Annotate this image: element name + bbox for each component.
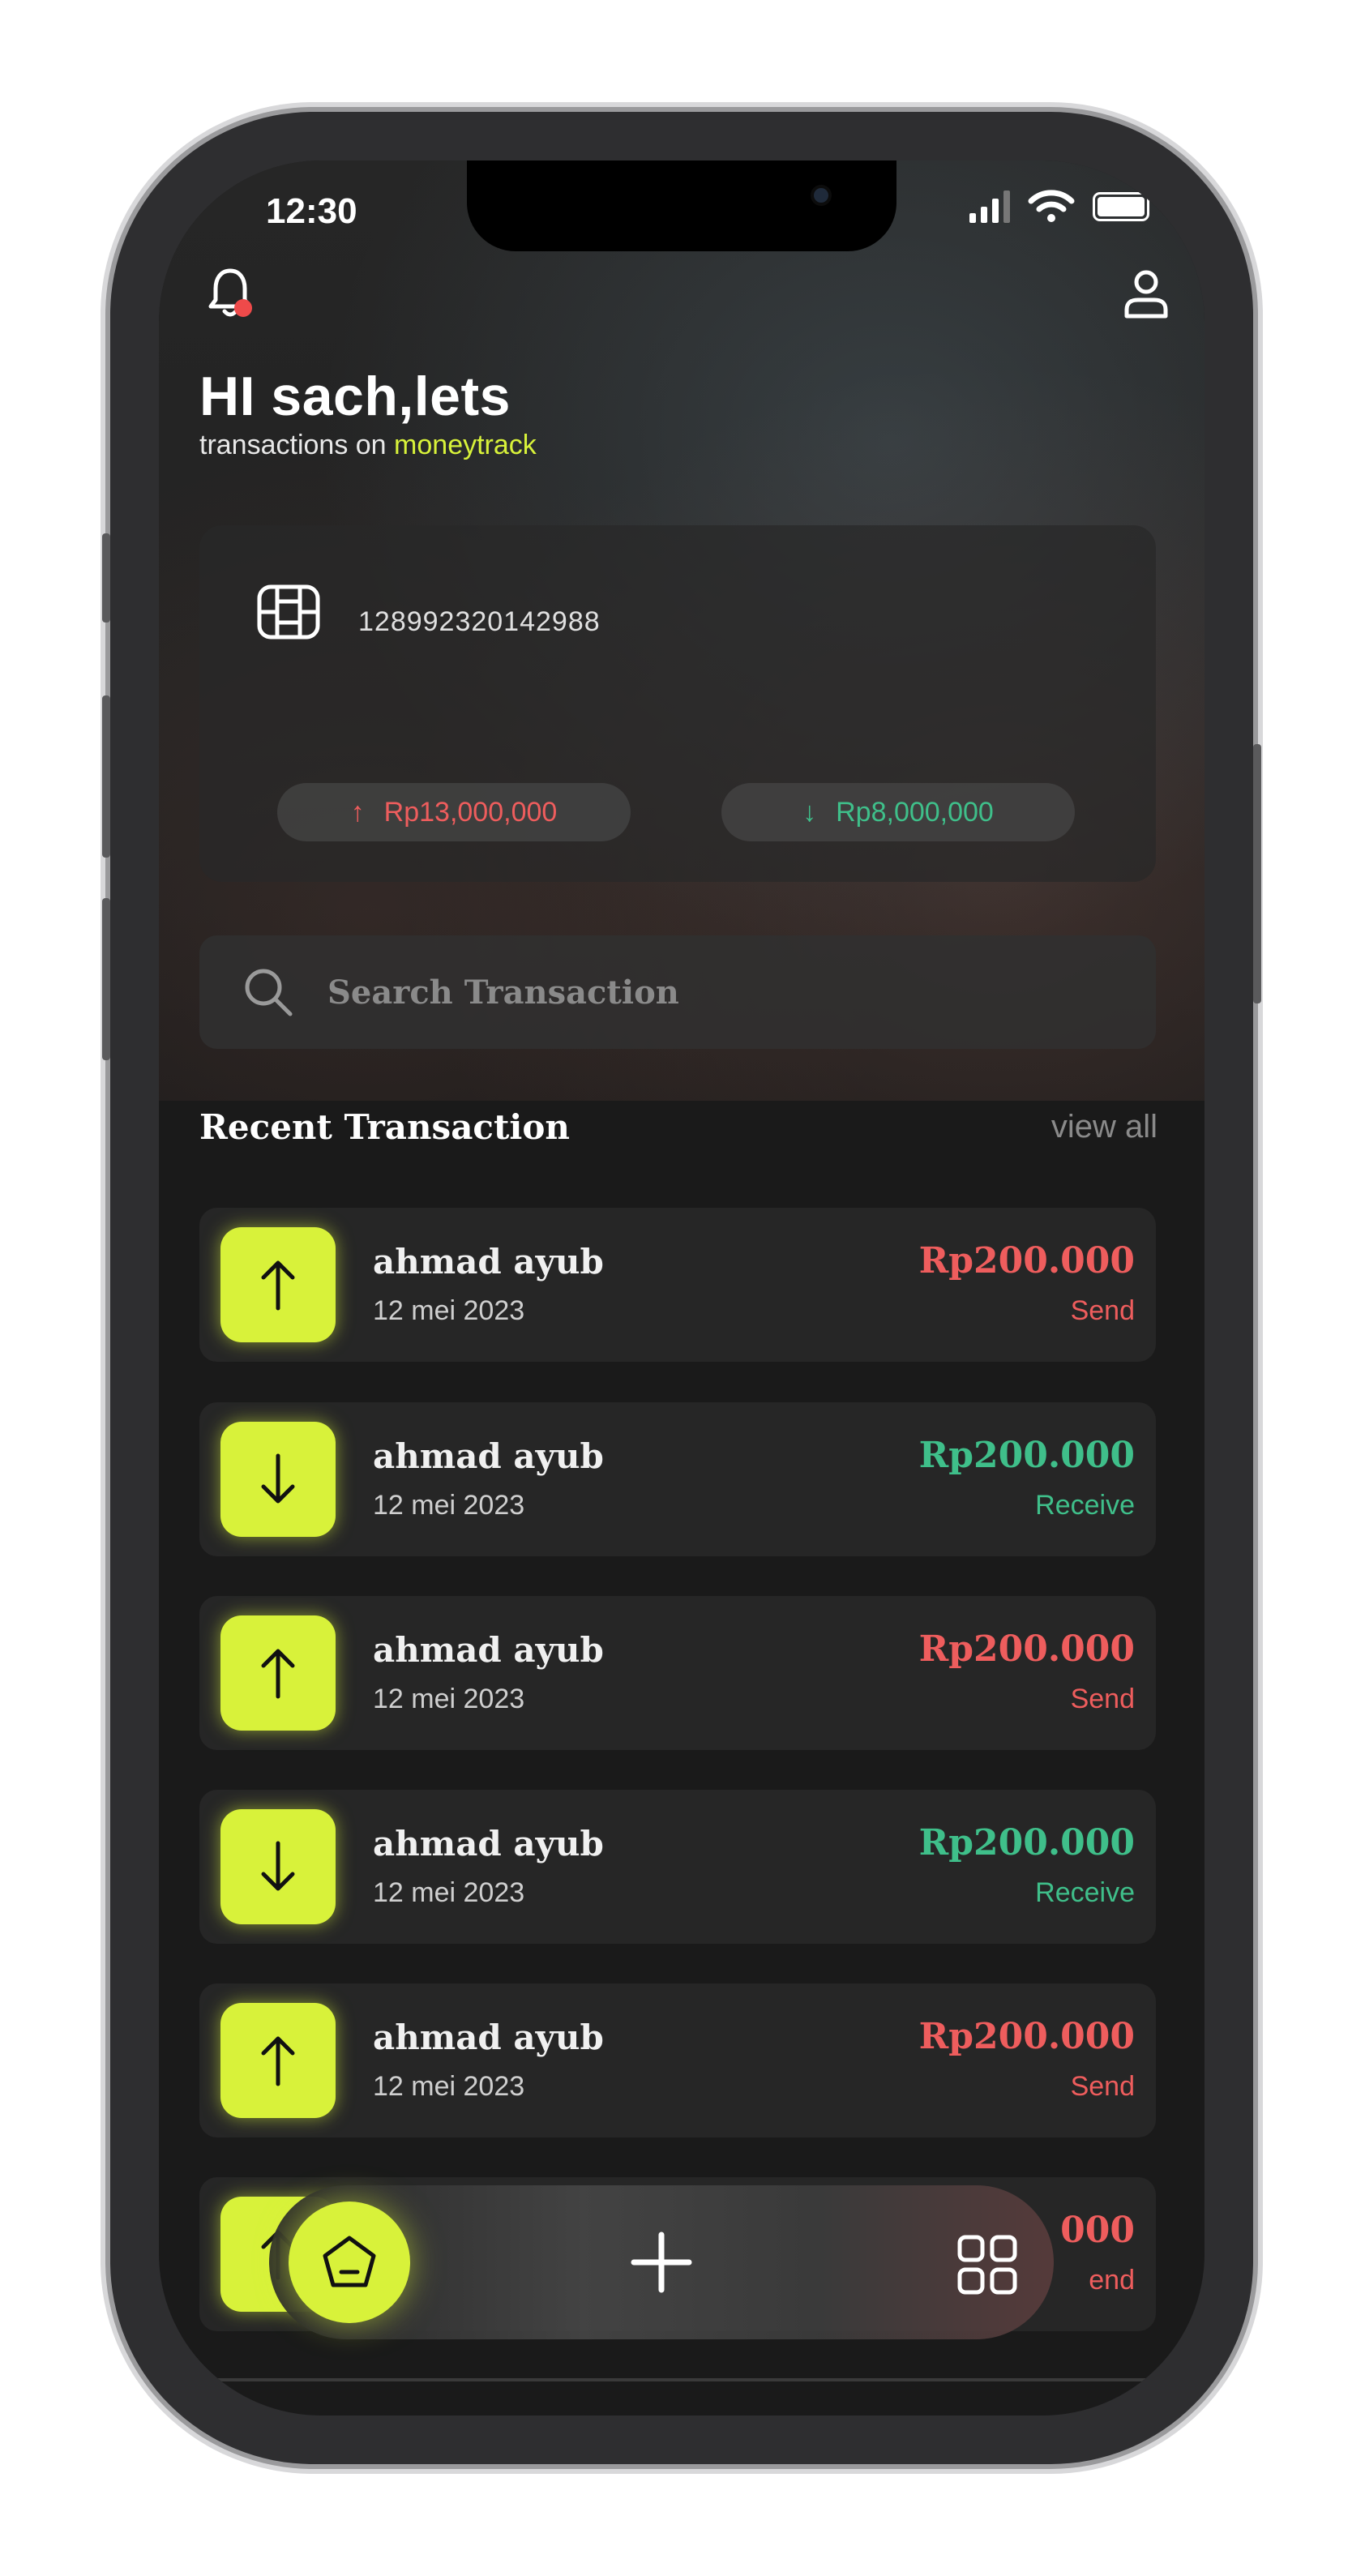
status-time: 12:30 bbox=[266, 191, 357, 231]
notification-button[interactable] bbox=[204, 266, 256, 327]
signal-icon bbox=[969, 190, 1010, 223]
volume-up-button bbox=[102, 695, 110, 858]
mute-switch bbox=[102, 533, 110, 623]
search-input[interactable]: Search Transaction bbox=[199, 935, 1156, 1049]
home-indicator bbox=[199, 2378, 1156, 2381]
search-icon bbox=[245, 969, 293, 1016]
transaction-amount: 000 bbox=[1060, 2210, 1135, 2251]
transaction-date: 12 mei 2023 bbox=[373, 1295, 525, 1326]
transaction-type: end bbox=[1089, 2265, 1135, 2296]
view-all-link[interactable]: view all bbox=[1051, 1109, 1157, 1145]
transaction-name: ahmad ayub bbox=[373, 1436, 604, 1476]
transaction-direction-badge bbox=[220, 1809, 336, 1924]
transaction-row[interactable]: ahmad ayub 12 mei 2023 Rp200.000 Send bbox=[199, 1983, 1156, 2137]
status-icons bbox=[969, 190, 1149, 224]
transaction-type: Receive bbox=[1035, 1490, 1135, 1521]
plus-icon bbox=[631, 2232, 692, 2293]
transaction-direction-badge bbox=[220, 1227, 336, 1342]
home-icon bbox=[323, 2236, 376, 2287]
transaction-row[interactable]: ahmad ayub 12 mei 2023 Rp200.000 Send bbox=[199, 1596, 1156, 1750]
add-transaction-button[interactable] bbox=[629, 2230, 694, 2299]
search-placeholder: Search Transaction bbox=[327, 973, 679, 1012]
transaction-row[interactable]: ahmad ayub 12 mei 2023 Rp200.000 Receive bbox=[199, 1402, 1156, 1556]
arrow-down-icon bbox=[261, 1453, 295, 1504]
grid-icon bbox=[957, 2235, 1017, 2295]
camera bbox=[814, 188, 828, 203]
income-pill: ↑ Rp13,000,000 bbox=[277, 783, 631, 841]
transaction-type: Send bbox=[1070, 2071, 1135, 2102]
bell-icon bbox=[208, 268, 252, 317]
transaction-type: Send bbox=[1070, 1684, 1135, 1714]
menu-nav-button[interactable] bbox=[956, 2234, 1018, 2300]
brand-name: moneytrack bbox=[394, 430, 537, 460]
transaction-direction-badge bbox=[220, 1422, 336, 1537]
arrow-up-icon: ↑ bbox=[350, 796, 365, 828]
balance-card[interactable]: 128992320142988 ↑ Rp13,000,000 ↓ Rp8,000… bbox=[199, 525, 1156, 882]
profile-button[interactable] bbox=[1120, 266, 1172, 327]
transaction-amount: Rp200.000 bbox=[918, 2016, 1135, 2057]
expense-amount: Rp8,000,000 bbox=[836, 796, 994, 828]
transaction-type: Receive bbox=[1035, 1877, 1135, 1908]
arrow-up-icon bbox=[261, 1649, 295, 1699]
greeting-subtitle: transactions on moneytrack bbox=[199, 430, 537, 461]
expense-pill: ↓ Rp8,000,000 bbox=[721, 783, 1075, 841]
recent-transaction-title: Recent Transaction bbox=[199, 1107, 570, 1147]
notch bbox=[467, 160, 896, 251]
transaction-name: ahmad ayub bbox=[373, 2018, 604, 2057]
transaction-amount: Rp200.000 bbox=[918, 1240, 1135, 1282]
transaction-amount: Rp200.000 bbox=[918, 1822, 1135, 1864]
card-number: 128992320142988 bbox=[358, 606, 601, 637]
transaction-name: ahmad ayub bbox=[373, 1242, 604, 1282]
volume-down-button bbox=[102, 898, 110, 1060]
transaction-date: 12 mei 2023 bbox=[373, 2071, 525, 2102]
arrow-up-icon bbox=[261, 2036, 295, 2086]
transaction-name: ahmad ayub bbox=[373, 1824, 604, 1864]
transaction-direction-badge bbox=[220, 1615, 336, 1731]
chip-icon bbox=[257, 584, 320, 640]
greeting-title: HI sach,lets bbox=[199, 366, 511, 427]
subtitle-prefix: transactions on bbox=[199, 430, 387, 460]
transaction-row[interactable]: ahmad ayub 12 mei 2023 Rp200.000 Receive bbox=[199, 1790, 1156, 1944]
transaction-amount: Rp200.000 bbox=[918, 1435, 1135, 1476]
power-button bbox=[1253, 744, 1261, 1003]
transaction-date: 12 mei 2023 bbox=[373, 1684, 525, 1714]
transaction-type: Send bbox=[1070, 1295, 1135, 1326]
home-nav-button[interactable] bbox=[289, 2202, 410, 2323]
transaction-row[interactable]: ahmad ayub 12 mei 2023 Rp200.000 Send bbox=[199, 1208, 1156, 1362]
profile-icon bbox=[1124, 270, 1168, 319]
bottom-nav bbox=[269, 2185, 1054, 2339]
wifi-icon bbox=[1028, 190, 1075, 222]
transaction-date: 12 mei 2023 bbox=[373, 1490, 525, 1521]
income-amount: Rp13,000,000 bbox=[383, 796, 558, 828]
arrow-up-icon bbox=[261, 1260, 295, 1311]
transaction-direction-badge bbox=[220, 2003, 336, 2118]
transaction-amount: Rp200.000 bbox=[918, 1628, 1135, 1670]
transaction-name: ahmad ayub bbox=[373, 1630, 604, 1670]
arrow-down-icon bbox=[261, 1841, 295, 1891]
battery-icon bbox=[1093, 192, 1149, 221]
app-screen: 12:30 HI sach,lets transactions on money… bbox=[159, 160, 1205, 2416]
arrow-down-icon: ↓ bbox=[802, 796, 817, 828]
transaction-date: 12 mei 2023 bbox=[373, 1877, 525, 1908]
